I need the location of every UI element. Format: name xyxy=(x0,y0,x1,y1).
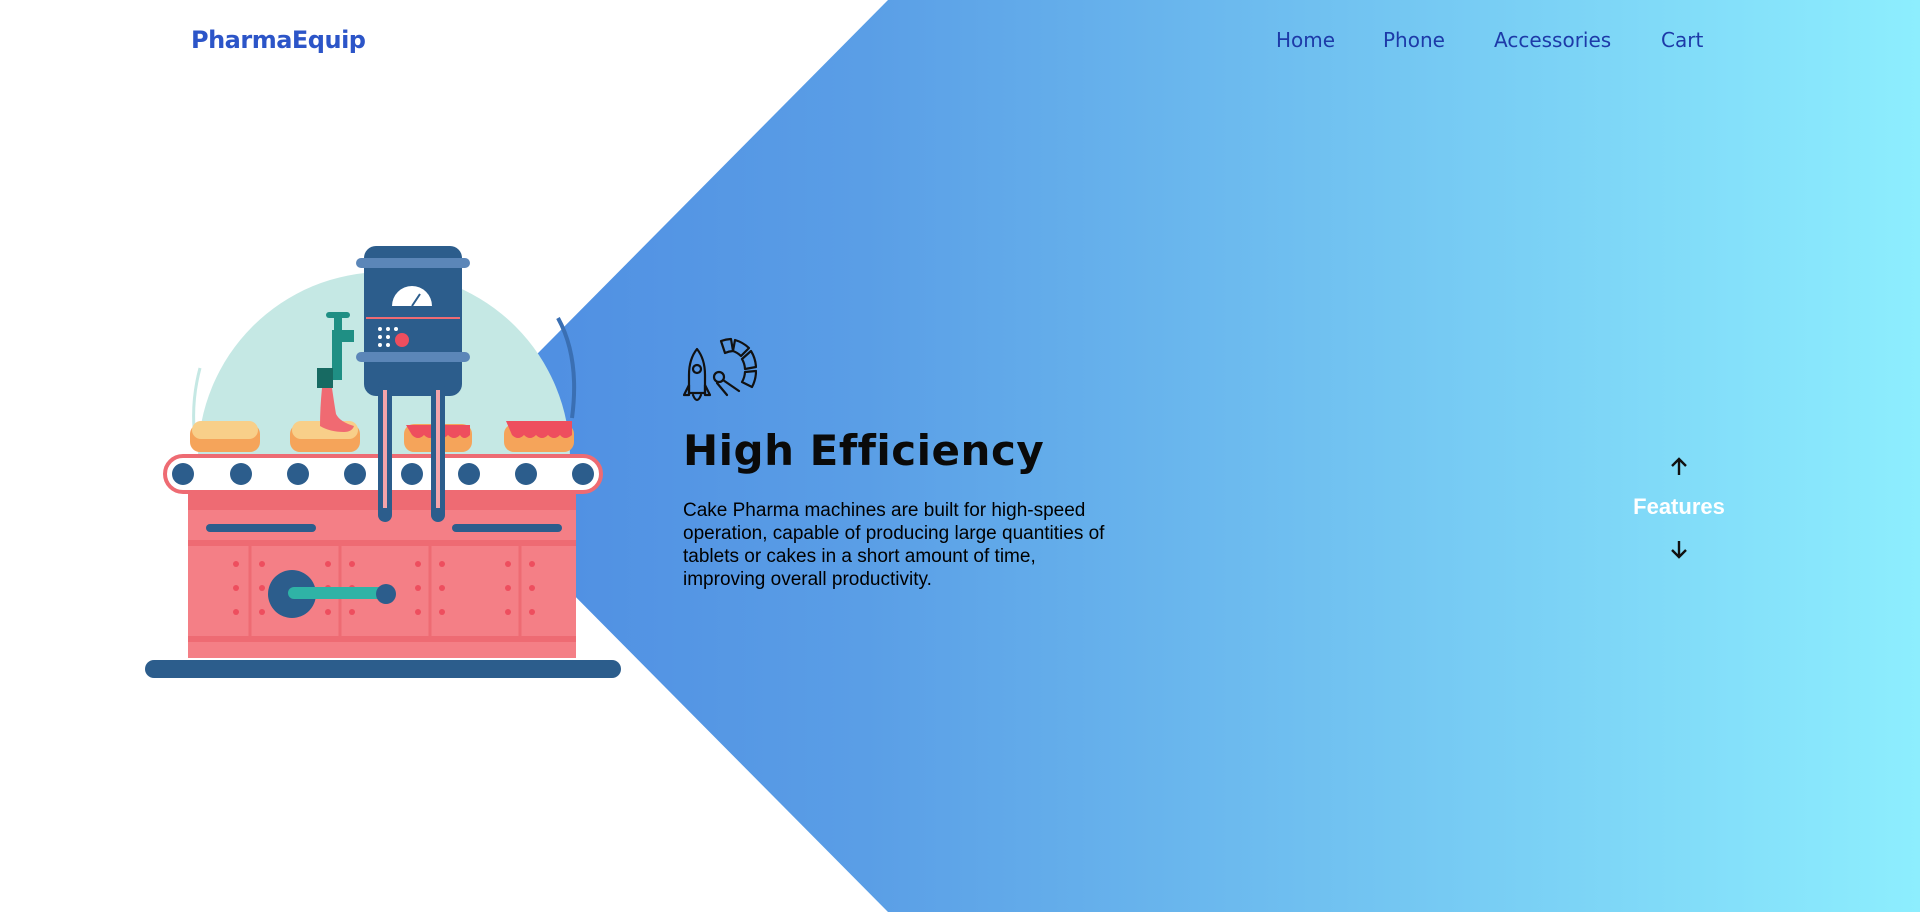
cake-machine-illustration xyxy=(145,246,621,678)
arrow-down-icon[interactable] xyxy=(1659,534,1699,564)
rocket-speedometer-icon xyxy=(683,337,757,402)
features-label: Features xyxy=(1633,494,1725,519)
feature-title: High Efficiency xyxy=(683,426,1045,475)
nav-accessories[interactable]: Accessories xyxy=(1494,28,1611,52)
feature-switcher: Features xyxy=(1620,452,1738,564)
arrow-up-icon[interactable] xyxy=(1659,452,1699,482)
nav-phone[interactable]: Phone xyxy=(1383,28,1445,52)
top-navigation: Home Phone Accessories Cart xyxy=(0,28,1920,58)
nav-cart[interactable]: Cart xyxy=(1661,28,1703,52)
nav-home[interactable]: Home xyxy=(1276,28,1335,52)
feature-description: Cake Pharma machines are built for high-… xyxy=(683,500,1105,590)
